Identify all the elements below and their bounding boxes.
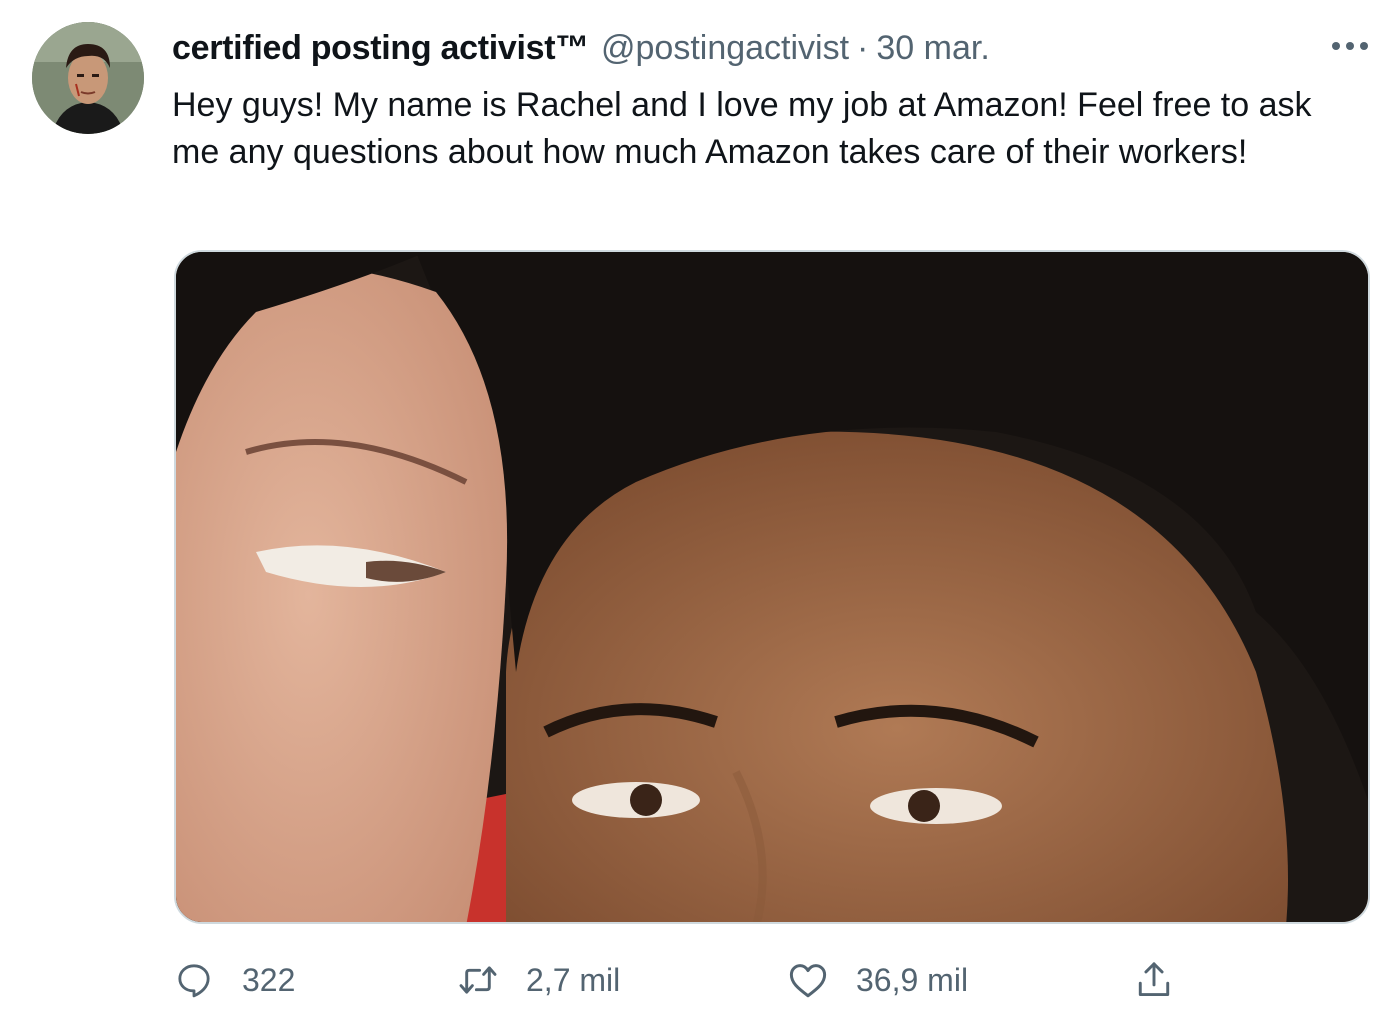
tweet-card: certified posting activist™ @postingacti… [0,0,1400,1023]
photo-image [176,252,1368,922]
reply-button[interactable]: 322 [172,952,295,1008]
retweet-button[interactable]: 2,7 mil [456,952,620,1008]
retweet-count: 2,7 mil [526,961,621,998]
heart-icon [786,958,830,1002]
separator-dot: · [857,28,869,67]
avatar[interactable] [32,22,144,134]
reply-count: 322 [242,961,296,998]
tweet-media-photo[interactable] [174,250,1370,924]
like-button[interactable]: 36,9 mil [786,952,968,1008]
retweet-icon [456,958,500,1002]
more-horizontal-icon [1332,42,1368,50]
tweet-actions: 322 2,7 mil 36,9 mil [172,952,1192,1008]
tweet-text: Hey guys! My name is Rachel and I love m… [172,86,1312,171]
share-button[interactable] [1132,952,1176,1008]
tweet-header: certified posting activist™ @postingacti… [172,26,990,70]
more-options-button[interactable] [1328,28,1372,64]
user-handle[interactable]: @postingactivist [601,29,849,68]
share-upload-icon [1132,958,1176,1002]
reply-bubble-icon [172,958,216,1002]
display-name[interactable]: certified posting activist™ [172,29,589,68]
like-count: 36,9 mil [856,961,969,998]
timestamp[interactable]: 30 mar. [876,29,989,68]
avatar-image [32,22,144,134]
